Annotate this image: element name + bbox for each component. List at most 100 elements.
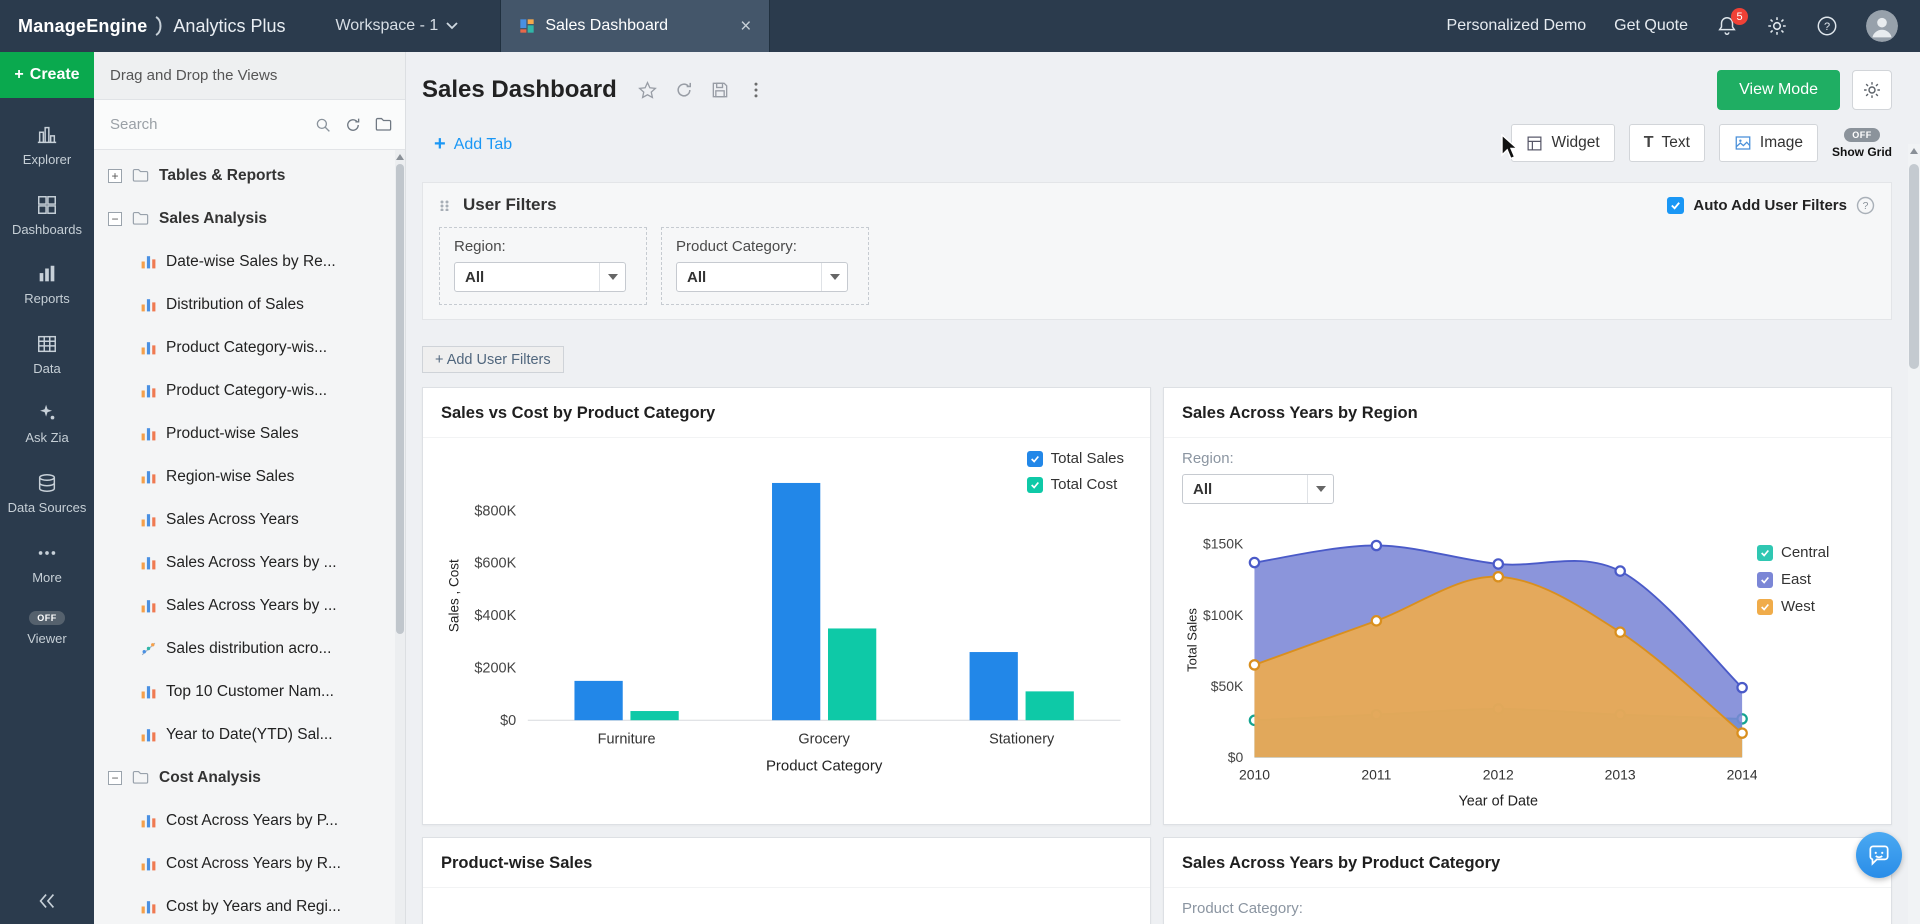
notifications-bell-icon[interactable]: 5 — [1716, 15, 1738, 37]
settings-gear-icon[interactable] — [1766, 15, 1788, 37]
tree-view-item[interactable]: Sales distribution acro... — [94, 627, 405, 670]
bar-chart-canvas[interactable]: $0$200K$400K$600K$800KFurnitureGrocerySt… — [439, 448, 1134, 782]
favorite-star-icon[interactable] — [637, 80, 658, 101]
scroll-up-arrow[interactable] — [1910, 148, 1918, 154]
tree-view-item[interactable]: Year to Date(YTD) Sal... — [94, 713, 405, 756]
workspace-selector[interactable]: Workspace - 1 — [335, 17, 458, 35]
tree-view-item[interactable]: Top 10 Customer Nam... — [94, 670, 405, 713]
refresh-views-icon[interactable] — [344, 116, 362, 134]
legend-item-total-cost[interactable]: Total Cost — [1027, 476, 1124, 493]
refresh-icon[interactable] — [674, 80, 694, 100]
sidebar-item-data[interactable]: Data — [0, 333, 94, 377]
tree-view-item[interactable]: Product Category-wis... — [94, 369, 405, 412]
create-button[interactable]: + Create — [0, 52, 94, 98]
sidebar-scrollbar[interactable] — [395, 150, 405, 924]
save-icon[interactable] — [710, 80, 730, 100]
legend-checkbox[interactable] — [1757, 572, 1773, 588]
sidebar-item-explorer[interactable]: Explorer — [0, 124, 94, 168]
scroll-up-arrow[interactable] — [396, 154, 404, 160]
add-image-button[interactable]: Image — [1719, 124, 1818, 162]
show-grid-off-pill[interactable]: OFF — [1844, 128, 1880, 142]
tree-folder-cost-analysis[interactable]: Cost Analysis — [94, 756, 405, 799]
tree-view-item[interactable]: Region-wise Sales — [94, 455, 405, 498]
close-icon[interactable]: × — [740, 17, 751, 36]
folder-view-icon[interactable] — [374, 115, 393, 134]
sidebar-item-data-sources[interactable]: Data Sources — [0, 472, 94, 516]
tree-view-item[interactable]: Sales Across Years by ... — [94, 541, 405, 584]
kebab-menu-icon[interactable] — [746, 80, 766, 100]
svg-text:$800K: $800K — [474, 503, 516, 519]
expand-icon[interactable] — [108, 169, 122, 183]
explorer-icon — [36, 124, 58, 146]
brand: ManageEngine Analytics Plus — [0, 16, 307, 37]
get-quote-link[interactable]: Get Quote — [1614, 17, 1688, 35]
chat-support-button[interactable] — [1856, 832, 1902, 878]
add-widget-button[interactable]: Widget — [1511, 124, 1614, 162]
help-icon[interactable]: ? — [1816, 15, 1838, 37]
personalized-demo-link[interactable]: Personalized Demo — [1447, 17, 1587, 35]
tree-view-item[interactable]: Cost Across Years by R... — [94, 842, 405, 885]
tree-view-item[interactable]: Cost Across Years by P... — [94, 799, 405, 842]
legend-item-east[interactable]: East — [1757, 571, 1875, 588]
sidebar-item-dashboards[interactable]: Dashboards — [0, 194, 94, 238]
tree-view-item[interactable]: Product-wise Sales — [94, 412, 405, 455]
sidebar-item-more[interactable]: More — [0, 542, 94, 586]
svg-text:Sales , Cost: Sales , Cost — [446, 559, 461, 632]
auto-add-user-filters-checkbox[interactable] — [1667, 197, 1684, 214]
view-mode-button[interactable]: View Mode — [1717, 70, 1840, 110]
viewer-toggle[interactable]: OFF Viewer — [0, 611, 94, 647]
main-scrollbar[interactable] — [1908, 144, 1920, 924]
legend-checkbox[interactable] — [1027, 451, 1043, 467]
viewer-off-pill[interactable]: OFF — [29, 611, 65, 625]
ask-zia-icon — [36, 402, 58, 424]
tab-sales-dashboard[interactable]: Sales Dashboard × — [500, 0, 770, 52]
search-box[interactable] — [110, 116, 332, 134]
legend-item-west[interactable]: West — [1757, 598, 1875, 615]
tree-view-item[interactable]: Distribution of Sales — [94, 283, 405, 326]
sidebar-item-ask-zia[interactable]: Ask Zia — [0, 402, 94, 446]
search-input[interactable] — [110, 116, 306, 133]
tree-view-item[interactable]: Sales Across Years by ... — [94, 584, 405, 627]
card-sales-across-years-product-category: Sales Across Years by Product Category P… — [1163, 837, 1892, 924]
search-icon[interactable] — [314, 116, 332, 134]
svg-text:2010: 2010 — [1239, 767, 1270, 783]
main-scrollbar-thumb[interactable] — [1909, 164, 1919, 369]
legend-checkbox[interactable] — [1027, 477, 1043, 493]
tree-folder-sales-analysis[interactable]: Sales Analysis — [94, 197, 405, 240]
topbar: ManageEngine Analytics Plus Workspace - … — [0, 0, 1920, 52]
dashboard-settings-gear-icon[interactable] — [1852, 70, 1892, 110]
card-region-select[interactable]: All — [1182, 474, 1334, 504]
legend-checkbox[interactable] — [1757, 599, 1773, 615]
legend-item-total-sales[interactable]: Total Sales — [1027, 450, 1124, 467]
folder-icon — [131, 768, 150, 787]
drag-handle-icon[interactable] — [439, 200, 453, 211]
region-filter-select[interactable]: All — [454, 262, 626, 292]
product-category-filter-select[interactable]: All — [676, 262, 848, 292]
tree-view-item[interactable]: Date-wise Sales by Re... — [94, 240, 405, 283]
collapse-icon[interactable] — [108, 212, 122, 226]
svg-text:$0: $0 — [500, 713, 516, 729]
collapse-icon[interactable] — [108, 771, 122, 785]
show-grid-toggle[interactable]: OFF Show Grid — [1832, 128, 1892, 159]
user-avatar[interactable] — [1866, 10, 1898, 42]
add-tab-button[interactable]: + Add Tab — [434, 133, 512, 162]
collapse-rail-icon[interactable] — [36, 890, 58, 912]
tree-view-item[interactable]: Product Category-wis... — [94, 326, 405, 369]
svg-text:2011: 2011 — [1361, 767, 1391, 783]
add-user-filters-button[interactable]: + Add User Filters — [422, 346, 564, 373]
svg-text:Furniture: Furniture — [598, 731, 656, 747]
dashboard-tab-icon — [519, 18, 535, 34]
legend-checkbox[interactable] — [1757, 545, 1773, 561]
sidebar-scrollbar-thumb[interactable] — [396, 164, 404, 634]
help-circle-icon[interactable]: ? — [1856, 196, 1875, 215]
tree-view-item[interactable]: Sales Across Years — [94, 498, 405, 541]
text-icon: T — [1644, 134, 1654, 152]
add-text-button[interactable]: T Text — [1629, 124, 1705, 162]
area-chart-canvas[interactable]: $0$50K$100K$150K20102011201220132014Year… — [1180, 506, 1757, 813]
sidebar-item-reports[interactable]: Reports — [0, 263, 94, 307]
analytics-plus-app: ManageEngine Analytics Plus Workspace - … — [0, 0, 1920, 924]
legend-item-central[interactable]: Central — [1757, 544, 1875, 561]
tree-folder-tables-reports[interactable]: Tables & Reports — [94, 154, 405, 197]
tree-view-item[interactable]: Cost by Years and Regi... — [94, 885, 405, 924]
dashboard-canvas: Sales Dashboard View Mode + Add — [406, 52, 1920, 924]
